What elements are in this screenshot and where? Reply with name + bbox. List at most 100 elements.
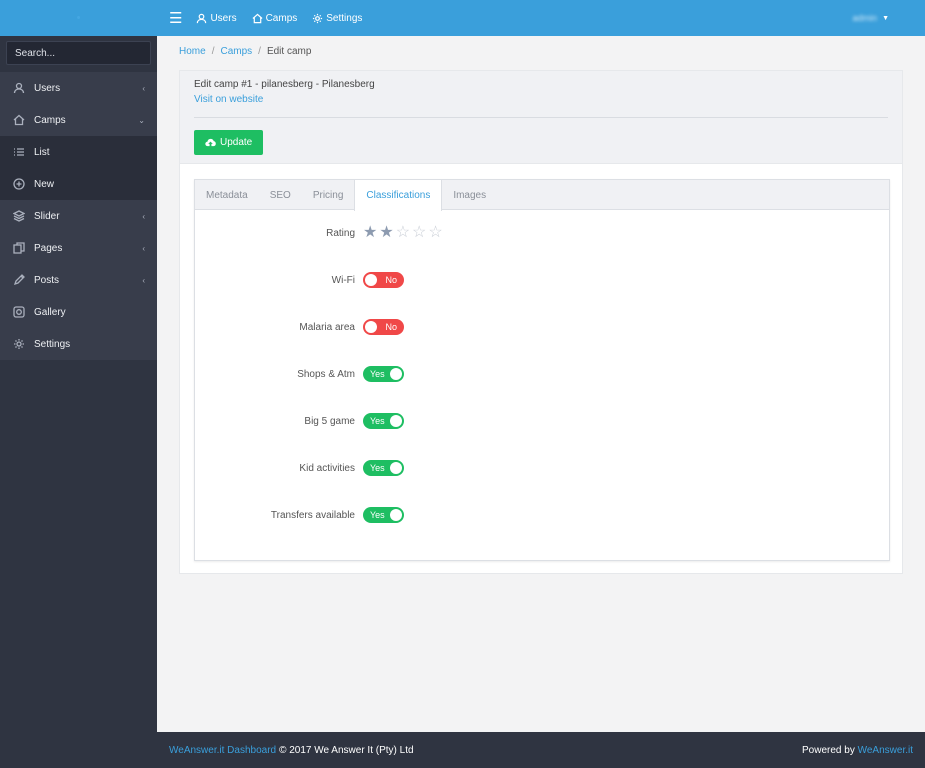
cloud-upload-icon — [205, 138, 216, 147]
top-navbar: ☰ Users Camps Settings admin ▼ — [157, 0, 925, 36]
toggle-value: No — [385, 322, 397, 332]
powered-by-text: Powered by — [802, 744, 855, 756]
wifi-toggle[interactable]: No — [363, 272, 404, 288]
nav-link-users[interactable]: Users — [196, 12, 237, 24]
gear-icon — [313, 13, 323, 23]
powered-by-link[interactable]: WeAnswer.it — [858, 745, 913, 756]
update-button[interactable]: Update — [194, 130, 264, 155]
camera-icon — [12, 306, 25, 319]
home-icon — [12, 114, 25, 127]
toggle-row-transfers: Transfers available Yes — [195, 503, 891, 527]
toggle-value: Yes — [370, 510, 385, 520]
star-icon[interactable]: ★ — [363, 225, 377, 241]
toggle-knob — [390, 368, 402, 380]
chevron-left-icon: ‹ — [142, 243, 145, 253]
sidebar-item-label: Pages — [34, 242, 63, 254]
toggle-label: Shops & Atm — [297, 368, 355, 380]
username: admin — [852, 13, 878, 23]
star-rating[interactable]: ★ ★ ☆ ☆ ☆ — [363, 225, 445, 241]
rating-row: Rating ★ ★ ☆ ☆ ☆ — [195, 221, 891, 245]
toggle-row-shops: Shops & Atm Yes — [195, 362, 891, 386]
nav-link-camps[interactable]: Camps — [252, 12, 298, 24]
nav-link-label: Users — [210, 12, 237, 24]
sidebar-item-settings[interactable]: Settings — [0, 328, 157, 360]
divider — [194, 117, 888, 118]
toggle-label: Big 5 game — [304, 415, 355, 427]
toggle-label: Wi-Fi — [331, 274, 355, 286]
breadcrumb-home[interactable]: Home — [179, 46, 206, 57]
tab-classifications[interactable]: Classifications — [354, 180, 443, 211]
star-icon[interactable]: ☆ — [396, 225, 410, 241]
footer: WeAnswer.it Dashboard © 2017 We Answer I… — [157, 732, 925, 768]
nav-link-label: Camps — [265, 12, 298, 24]
menu-toggle-icon[interactable]: ☰ — [169, 9, 182, 27]
search-input[interactable] — [15, 47, 142, 59]
user-icon — [197, 13, 207, 23]
visit-website-link[interactable]: Visit on website — [194, 94, 263, 105]
sidebar-search[interactable] — [6, 41, 151, 65]
toggle-value: Yes — [370, 369, 385, 379]
star-icon[interactable]: ★ — [379, 225, 393, 241]
tabs-panel: Metadata SEO Pricing Classifications Ima… — [194, 179, 890, 561]
gear-icon — [12, 338, 25, 351]
edit-camp-card: Edit camp #1 - pilanesberg - Pilanesberg… — [179, 70, 903, 574]
brand-logo: • — [76, 12, 81, 24]
footer-powered-by: Powered by WeAnswer.it — [802, 745, 913, 756]
nav-link-settings[interactable]: Settings — [312, 13, 362, 24]
star-icon[interactable]: ☆ — [412, 225, 426, 241]
toggle-value: Yes — [370, 463, 385, 473]
sidebar: • Users ‹ Camps ⌄ List New Slider ‹ Page… — [0, 0, 157, 768]
user-icon — [12, 82, 25, 95]
toggle-knob — [365, 274, 377, 286]
sidebar-item-label: Posts — [34, 274, 60, 286]
transfers-available-toggle[interactable]: Yes — [363, 507, 404, 523]
toggle-label: Transfers available — [270, 509, 355, 521]
sidebar-item-users[interactable]: Users ‹ — [0, 72, 157, 104]
toggle-row-kids: Kid activities Yes — [195, 456, 891, 480]
toggle-value: No — [385, 275, 397, 285]
home-icon — [252, 13, 263, 23]
tab-bar: Metadata SEO Pricing Classifications Ima… — [195, 180, 889, 211]
toggle-label: Kid activities — [299, 462, 355, 474]
sidebar-item-label: Settings — [34, 338, 71, 350]
list-icon — [12, 146, 25, 159]
breadcrumb-separator: / — [211, 46, 215, 57]
toggle-knob — [390, 462, 402, 474]
chevron-down-icon: ⌄ — [138, 115, 145, 125]
sidebar-item-label: List — [34, 146, 50, 158]
sidebar-item-slider[interactable]: Slider ‹ — [0, 200, 157, 232]
tab-seo[interactable]: SEO — [259, 180, 302, 210]
copy-icon — [12, 242, 25, 255]
sidebar-item-posts[interactable]: Posts ‹ — [0, 264, 157, 296]
sidebar-item-label: Camps — [34, 114, 66, 126]
tab-metadata[interactable]: Metadata — [195, 180, 259, 210]
toggle-label: Malaria area — [299, 321, 355, 333]
sidebar-item-gallery[interactable]: Gallery — [0, 296, 157, 328]
breadcrumb-camps[interactable]: Camps — [220, 46, 252, 57]
footer-brand-link[interactable]: WeAnswer.it Dashboard — [169, 745, 276, 756]
toggle-value: Yes — [370, 416, 385, 426]
tab-pricing[interactable]: Pricing — [302, 180, 355, 210]
footer-copyright: © 2017 We Answer It (Pty) Ltd — [279, 744, 414, 756]
pencil-icon — [12, 274, 25, 287]
sidebar-brand[interactable]: • — [0, 0, 157, 36]
malaria-area-toggle[interactable]: No — [363, 319, 404, 335]
caret-down-icon: ▼ — [882, 14, 889, 22]
sidebar-item-label: Users — [34, 82, 61, 94]
chevron-left-icon: ‹ — [142, 83, 145, 93]
nav-link-label: Settings — [326, 12, 363, 24]
sidebar-item-camps[interactable]: Camps ⌄ — [0, 104, 157, 136]
shops-atm-toggle[interactable]: Yes — [363, 366, 404, 382]
toggle-knob — [365, 321, 377, 333]
kid-activities-toggle[interactable]: Yes — [363, 460, 404, 476]
tab-images[interactable]: Images — [442, 180, 497, 210]
star-icon[interactable]: ☆ — [428, 225, 442, 241]
toggle-row-malaria: Malaria area No — [195, 315, 891, 339]
user-menu[interactable]: admin ▼ — [853, 13, 889, 23]
sidebar-item-list[interactable]: List — [0, 136, 157, 168]
sidebar-item-pages[interactable]: Pages ‹ — [0, 232, 157, 264]
sidebar-item-new[interactable]: New — [0, 168, 157, 200]
sidebar-item-label: New — [34, 178, 55, 190]
toggle-row-big5: Big 5 game Yes — [195, 409, 891, 433]
big-5-game-toggle[interactable]: Yes — [363, 413, 404, 429]
